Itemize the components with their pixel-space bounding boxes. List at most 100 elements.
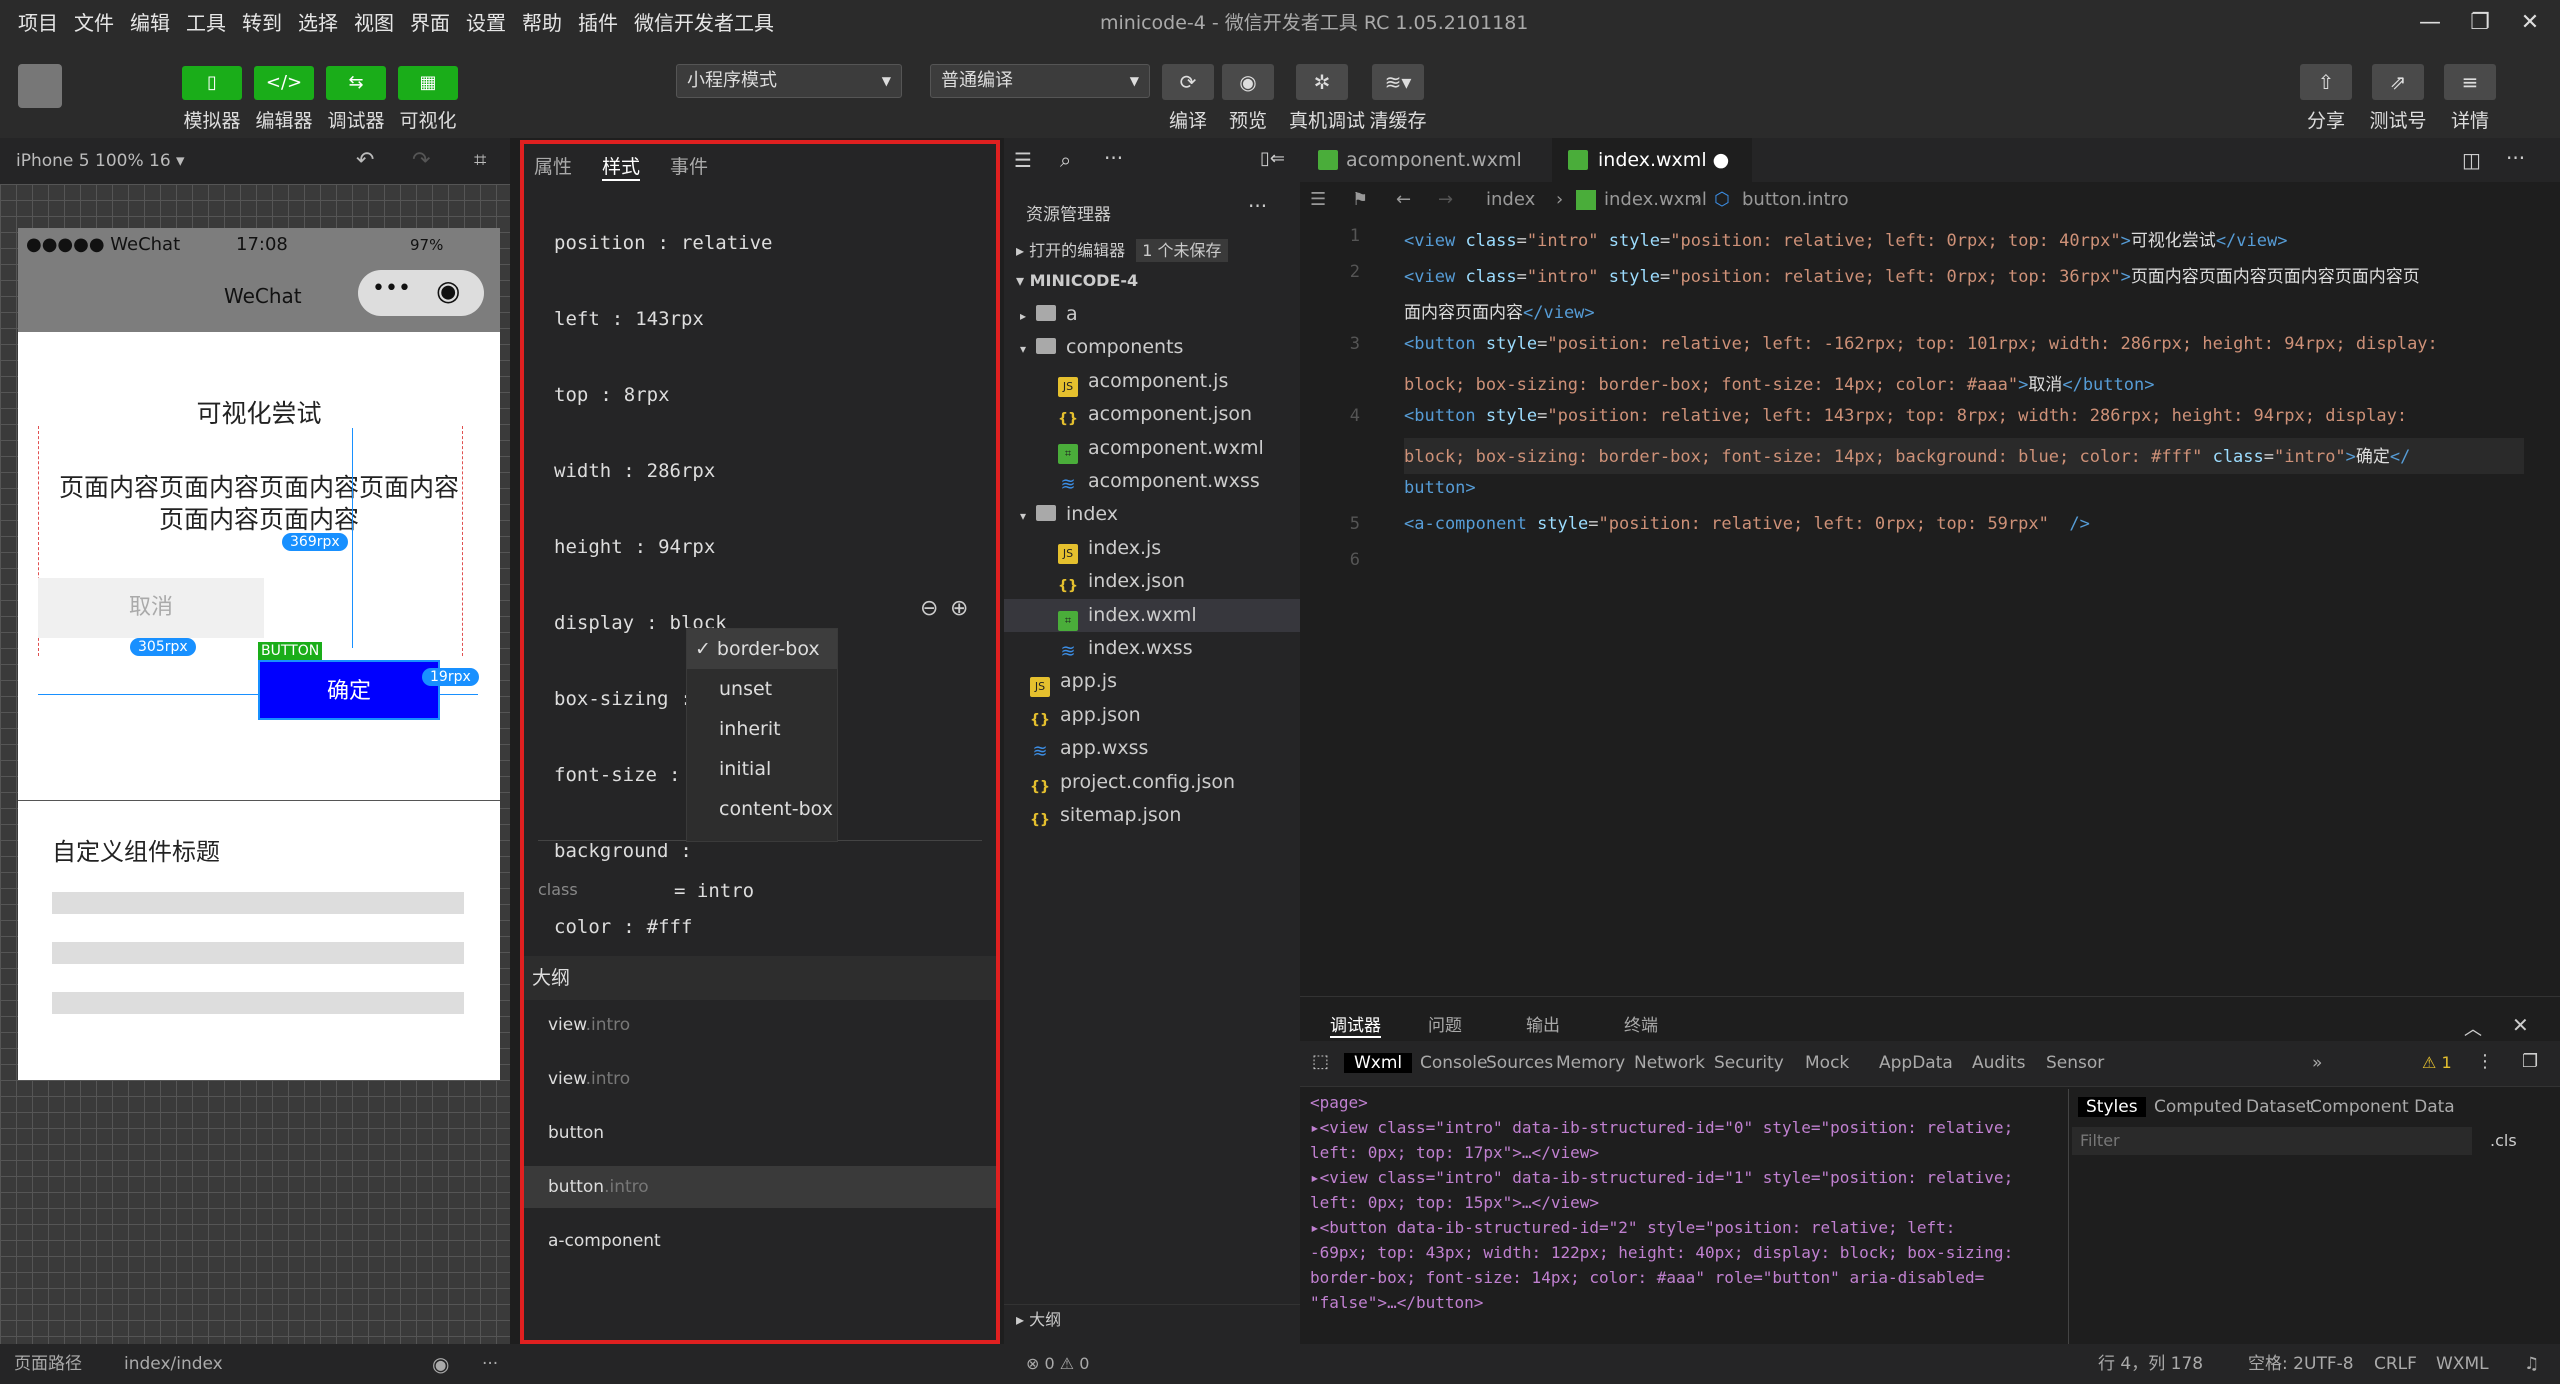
devtools-tab[interactable]: Wxml <box>1344 1053 1413 1073</box>
tree-item[interactable]: {} sitemap.json <box>1004 799 1300 832</box>
add-icon[interactable]: ⊕ <box>950 596 968 621</box>
wxml-node-line[interactable]: ▸<view class="intro" data-ib-structured-… <box>1310 1118 2013 1137</box>
devtools-top-tab[interactable]: 调试器 <box>1330 1011 1381 1038</box>
more-icon[interactable]: ••• <box>372 276 411 301</box>
menu-item[interactable]: 设置 <box>458 0 514 46</box>
bookmark-icon[interactable]: ⚑ <box>1352 182 1368 218</box>
split-editor-icon[interactable]: ◫ <box>2462 148 2481 172</box>
close-target-icon[interactable]: ◉ <box>436 274 460 307</box>
devtools-tab[interactable]: Mock <box>1805 1053 1849 1073</box>
outline-item[interactable]: button.intro <box>524 1166 996 1208</box>
maximize-button[interactable]: ❐ <box>2460 6 2500 40</box>
close-icon[interactable]: ✕ <box>2512 1013 2529 1037</box>
open-editors-header[interactable]: ▸ 打开的编辑器 1 个未保存 <box>1004 236 1300 266</box>
remove-icon[interactable]: ⊖ <box>920 596 938 621</box>
outline-item[interactable]: a-component <box>524 1220 996 1262</box>
style-value[interactable]: relative <box>681 232 773 254</box>
line-ending[interactable]: CRLF <box>2374 1344 2417 1384</box>
simulator-icon[interactable]: ▯ <box>182 66 242 100</box>
wxml-node-line[interactable]: left: 0px; top: 17px">…</view> <box>1310 1143 1599 1162</box>
warning-badge[interactable]: ⚠ 1 <box>2422 1053 2452 1072</box>
remote-debug-button[interactable]: ✲ <box>1296 64 1348 100</box>
styles-tab[interactable]: Component Data <box>2310 1097 2455 1117</box>
tree-item[interactable]: ▾ index <box>1004 498 1300 531</box>
tree-item[interactable]: {} project.config.json <box>1004 766 1300 799</box>
tree-item[interactable]: JS index.js <box>1004 532 1300 565</box>
crumb-index[interactable]: index <box>1486 182 1535 218</box>
tab-index-wxml[interactable]: index.wxml ● <box>1552 138 1752 182</box>
dock-icon[interactable]: ❐ <box>2522 1051 2538 1072</box>
cursor-position[interactable]: 行 4，列 178 <box>2098 1344 2203 1384</box>
capsule-menu[interactable]: ••• ◉ <box>358 270 484 316</box>
search-icon[interactable]: ⌕ <box>1060 148 1071 172</box>
style-value[interactable]: 8rpx <box>624 384 670 406</box>
list-icon[interactable]: ☰ <box>1310 182 1326 218</box>
back-icon[interactable]: ← <box>1396 182 1411 218</box>
devtools-top-tab[interactable]: 终端 <box>1624 1011 1658 1036</box>
wxml-tree[interactable]: <page> ▸<view class="intro" data-ib-struc… <box>1300 1089 2068 1345</box>
share-button[interactable]: ⇧ <box>2300 64 2352 100</box>
wxml-node-line[interactable]: -69px; top: 43px; width: 122px; height: … <box>1310 1243 2013 1262</box>
style-value[interactable]: 94rpx <box>658 536 715 558</box>
cls-toggle[interactable]: .cls <box>2490 1131 2517 1150</box>
editor-icon[interactable]: </> <box>254 66 314 100</box>
tab-properties[interactable]: 属性 <box>534 152 572 179</box>
style-value[interactable]: 286rpx <box>647 460 716 482</box>
style-row[interactable]: height:94rpx <box>554 536 715 558</box>
tree-item[interactable]: ▾ components <box>1004 331 1300 364</box>
minimize-button[interactable]: — <box>2410 6 2450 40</box>
chevron-up-icon[interactable]: ︿ <box>2464 1015 2482 1041</box>
visual-icon[interactable]: ▦ <box>398 66 458 100</box>
outline-section[interactable]: ▸ 大纲 <box>1004 1304 1300 1334</box>
debugger-icon[interactable]: ⇆ <box>326 66 386 100</box>
tree-item[interactable]: ▸ a <box>1004 298 1300 331</box>
tree-item[interactable]: ⌗ index.wxml <box>1004 598 1300 632</box>
confirm-button[interactable]: 确定 <box>258 660 440 720</box>
indent-setting[interactable]: 空格: 2 <box>2248 1344 2304 1384</box>
language-mode[interactable]: WXML <box>2436 1344 2489 1384</box>
more-icon[interactable]: ··· <box>1104 146 1123 170</box>
wxml-node-line[interactable]: <page> <box>1310 1093 1368 1112</box>
style-value[interactable]: 143rpx <box>635 308 704 330</box>
outline-item[interactable]: view.intro <box>524 1004 996 1046</box>
dropdown-option[interactable]: initial <box>687 749 837 789</box>
more-icon[interactable]: ··· <box>482 1344 498 1384</box>
outline-item[interactable]: view.intro <box>524 1058 996 1100</box>
menu-item[interactable]: 转到 <box>234 0 290 46</box>
menu-item[interactable]: 界面 <box>402 0 458 46</box>
encoding[interactable]: UTF-8 <box>2304 1344 2354 1384</box>
styles-tab[interactable]: Dataset <box>2246 1097 2313 1117</box>
fullscreen-icon[interactable]: ⌗ <box>474 138 486 184</box>
more-icon[interactable]: ··· <box>2506 146 2525 170</box>
style-row[interactable]: left:143rpx <box>554 308 704 330</box>
styles-tab[interactable]: Computed <box>2154 1097 2242 1117</box>
clear-cache-button[interactable]: ≋▾ <box>1372 64 1424 100</box>
menu-item[interactable]: 项目 <box>10 0 66 46</box>
style-row[interactable]: top:8rpx <box>554 384 670 406</box>
files-icon[interactable]: ☰ <box>1014 148 1032 172</box>
project-header[interactable]: ▾ MINICODE-4 <box>1004 266 1300 296</box>
devtools-tab[interactable]: Sources <box>1486 1053 1553 1073</box>
devtools-tab[interactable]: AppData <box>1879 1053 1953 1073</box>
eye-icon[interactable]: ◉ <box>432 1344 449 1384</box>
tab-events[interactable]: 事件 <box>670 152 708 179</box>
tree-item[interactable]: ⌗ acomponent.wxml <box>1004 432 1300 465</box>
tree-item[interactable]: {} app.json <box>1004 699 1300 732</box>
devtools-top-tab[interactable]: 问题 <box>1428 1011 1462 1036</box>
crumb-node[interactable]: button.intro <box>1742 182 1849 218</box>
style-row[interactable]: background: <box>554 840 704 862</box>
tree-item[interactable]: JS app.js <box>1004 665 1300 698</box>
problems-indicator[interactable]: ⊗ 0 ⚠ 0 <box>1026 1344 1089 1384</box>
wxml-node-line[interactable]: ▸<view class="intro" data-ib-structured-… <box>1310 1168 2013 1187</box>
menu-item[interactable]: 工具 <box>178 0 234 46</box>
tree-item[interactable]: {} index.json <box>1004 565 1300 598</box>
more-icon[interactable]: ··· <box>1248 194 1267 218</box>
dropdown-option[interactable]: unset <box>687 669 837 709</box>
redo-icon[interactable]: ↷ <box>412 138 430 184</box>
page-path-label[interactable]: 页面路径 <box>14 1344 82 1384</box>
menu-item[interactable]: 帮助 <box>514 0 570 46</box>
devtools-tab[interactable]: Audits <box>1972 1053 2025 1073</box>
tab-acomponent-wxml[interactable]: acomponent.wxml <box>1300 138 1536 182</box>
collapse-icon[interactable]: ▯⇐ <box>1260 148 1285 169</box>
devtools-tab[interactable]: Memory <box>1556 1053 1625 1073</box>
